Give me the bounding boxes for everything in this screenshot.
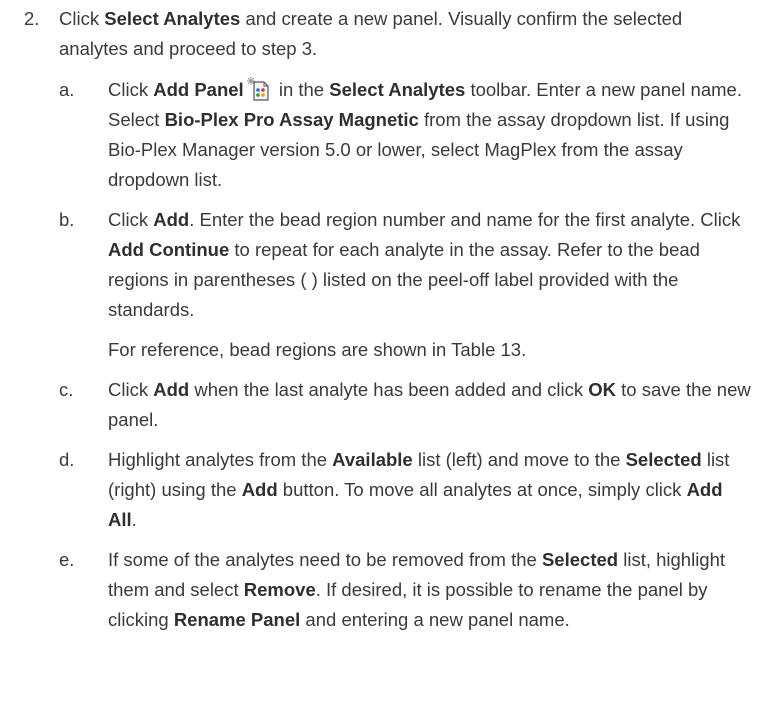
document-page: 2. Click Select Analytes and create a ne…	[0, 0, 776, 707]
substep-c: c. Click Add when the last analyte has b…	[59, 375, 752, 435]
text: Click	[59, 8, 105, 29]
substep-letter: e.	[59, 549, 75, 570]
substep-body: Highlight analytes from the Available li…	[108, 445, 752, 535]
add-panel-icon	[246, 77, 270, 101]
ui-term-remove: Remove	[243, 579, 316, 600]
substep-body: Click Add Panel in the Select Analytes t…	[108, 75, 752, 195]
text: in the	[273, 79, 330, 100]
text: Click	[108, 379, 154, 400]
substep-letter: a.	[59, 79, 75, 100]
step-number: 2.	[24, 8, 40, 29]
reference-note: For reference, bead regions are shown in…	[108, 339, 527, 360]
substep-body: If some of the analytes need to be remov…	[108, 545, 752, 635]
ui-term-add-continue: Add Continue	[108, 239, 230, 260]
ui-term-available: Available	[332, 449, 413, 470]
substep-list: a. Click Add Panel in the Select Analyte…	[59, 75, 752, 635]
text: button. To move all analytes at once, si…	[277, 479, 687, 500]
step-body: Click Select Analytes and create a new p…	[59, 4, 752, 635]
text: and entering a new panel name.	[300, 609, 570, 630]
substep-e: e. If some of the analytes need to be re…	[59, 545, 749, 635]
text: Click	[108, 209, 154, 230]
text: when the last analyte has been added and…	[189, 379, 589, 400]
ui-term-rename-panel: Rename Panel	[173, 609, 301, 630]
text: Highlight analytes from the	[108, 449, 333, 470]
substep-a: a. Click Add Panel in the Select Analyte…	[59, 75, 749, 195]
substep-b: b. Click Add. Enter the bead region numb…	[59, 205, 749, 365]
ui-term-add: Add	[153, 379, 190, 400]
step-2: 2. Click Select Analytes and create a ne…	[24, 4, 764, 645]
substep-letter: b.	[59, 209, 75, 230]
ui-term-selected: Selected	[541, 549, 619, 570]
text: Click	[108, 79, 154, 100]
substep-letter: d.	[59, 449, 75, 470]
substep-d: d. Highlight analytes from the Available…	[59, 445, 749, 535]
text: list (left) and move to the	[412, 449, 626, 470]
step-intro: Click Select Analytes and create a new p…	[59, 4, 749, 64]
substep-letter: c.	[59, 379, 74, 400]
substep-body: Click Add. Enter the bead region number …	[108, 205, 752, 365]
text: . Enter the bead region number and name …	[189, 209, 741, 230]
text: If some of the analytes need to be remov…	[108, 549, 542, 570]
ui-term-assay-name: Bio-Plex Pro Assay Magnetic	[164, 109, 419, 130]
ui-term-ok: OK	[588, 379, 617, 400]
ui-term-selected: Selected	[625, 449, 702, 470]
text: .	[131, 509, 137, 530]
ui-term-add: Add	[241, 479, 278, 500]
ui-term-add: Add	[153, 209, 190, 230]
ui-term-add-panel: Add Panel	[153, 79, 244, 100]
ui-term-select-analytes: Select Analytes	[104, 8, 241, 29]
ui-term-select-analytes: Select Analytes	[329, 79, 466, 100]
substep-body: Click Add when the last analyte has been…	[108, 375, 752, 435]
